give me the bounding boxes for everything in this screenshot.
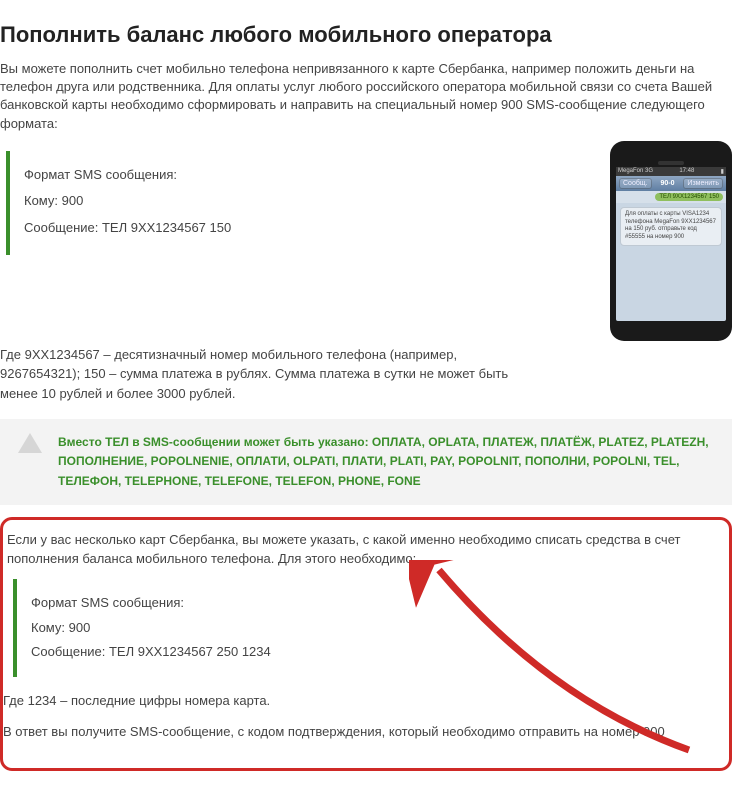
- phone-sent-pill: ТЕЛ 9XX1234567 150: [655, 193, 723, 201]
- warning-icon: [18, 433, 42, 453]
- phone-nav-back: Сообщ.: [619, 178, 652, 189]
- phone-status-time: 17:48: [679, 168, 694, 175]
- sms1-format-label: Формат SMS сообщения:: [24, 163, 444, 188]
- sms2-format-label: Формат SMS сообщения:: [31, 591, 705, 616]
- alternative-keywords-box: Вместо ТЕЛ в SMS-сообщении может быть ук…: [0, 419, 732, 505]
- phone-battery-icon: ▮: [721, 168, 724, 175]
- sms-format-box-1: Формат SMS сообщения: Кому: 900 Сообщени…: [6, 151, 458, 255]
- sms1-to: Кому: 900: [24, 189, 444, 214]
- phone-nav-title: 90-0: [660, 180, 674, 187]
- sms1-message: Сообщение: ТЕЛ 9XX1234567 150: [24, 216, 444, 241]
- phone-nav-edit: Изменить: [683, 178, 723, 189]
- explanation-note-3: В ответ вы получите SMS-сообщение, с код…: [3, 722, 719, 742]
- phone-reply-bubble: Для оплаты с карты VISA1234 телефона Meg…: [620, 207, 722, 246]
- phone-speaker-icon: [658, 161, 684, 165]
- phone-status-carrier: MegaFon 3G: [618, 168, 653, 175]
- phone-mockup: MegaFon 3G 17:48 ▮ Сообщ. 90-0 Изменить …: [610, 141, 732, 341]
- sms-format-box-2: Формат SMS сообщения: Кому: 900 Сообщени…: [13, 579, 719, 677]
- multi-card-frame: Если у вас несколько карт Сбербанка, вы …: [0, 517, 732, 771]
- intro-text: Вы можете пополнить счет мобильно телефо…: [0, 60, 720, 133]
- sms2-to: Кому: 900: [31, 616, 705, 641]
- explanation-note-2: Где 1234 – последние цифры номера карта.: [3, 691, 719, 711]
- multi-card-intro: Если у вас несколько карт Сбербанка, вы …: [3, 530, 719, 569]
- sms2-message: Сообщение: ТЕЛ 9XX1234567 250 1234: [31, 640, 705, 665]
- page-title: Пополнить баланс любого мобильного опера…: [0, 22, 732, 48]
- explanation-note-1: Где 9XX1234567 – десятизначный номер моб…: [0, 345, 540, 404]
- alternative-keywords-text: Вместо ТЕЛ в SMS-сообщении может быть ук…: [58, 433, 714, 491]
